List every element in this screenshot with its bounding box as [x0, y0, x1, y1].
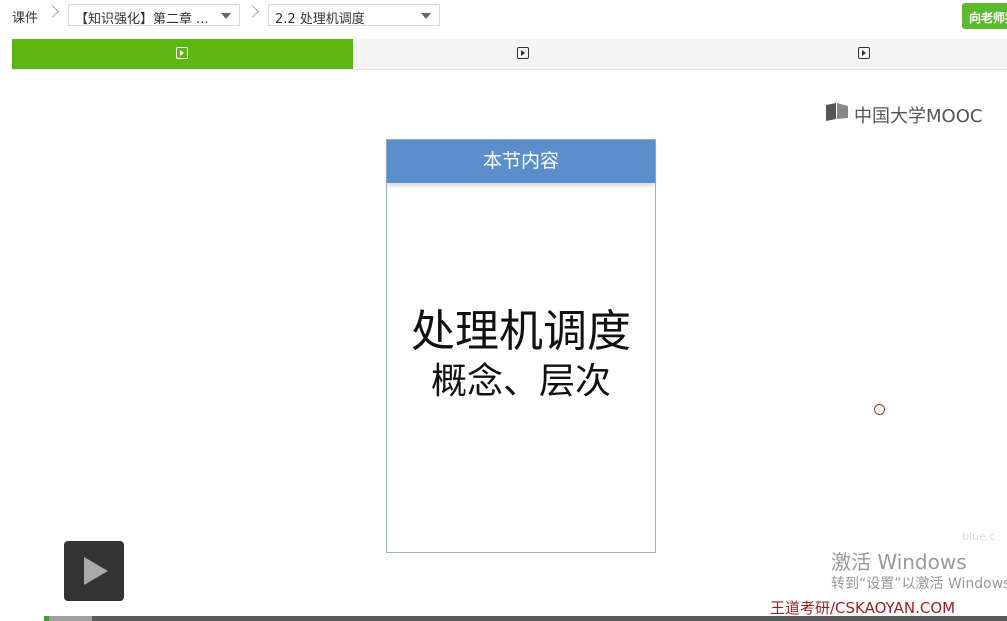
slide-subtitle: 概念、层次 [430, 361, 611, 402]
chevron-right-icon [46, 5, 59, 18]
tab-video-1[interactable] [12, 39, 353, 69]
video-watermark: 王道考研/CSKAOYAN.COM [770, 599, 956, 617]
play-button[interactable] [64, 541, 124, 601]
play-square-icon [517, 47, 529, 59]
video-tabs [12, 39, 1007, 70]
tab-video-2[interactable] [353, 39, 694, 69]
breadcrumb: 课件 【知识强化】第二章 ... 2.2 处理机调度 向老师提问 [0, 0, 1007, 32]
windows-activation-title: 激活 Windows [831, 550, 967, 574]
chevron-down-icon [221, 13, 231, 19]
progress-fill [44, 616, 49, 621]
section-select[interactable]: 2.2 处理机调度 [268, 4, 440, 26]
video-progress-bar[interactable] [44, 616, 1007, 621]
chevron-down-icon [421, 13, 431, 19]
cursor-ring-icon [874, 404, 885, 415]
mooc-logo-text: 中国大学MOOC [854, 106, 983, 127]
tab-video-3[interactable] [694, 39, 1007, 69]
progress-buffer [44, 616, 93, 621]
breadcrumb-root[interactable]: 课件 [12, 7, 38, 26]
windows-activation-subtitle: 转到“设置”以激活 Windows [831, 576, 1007, 592]
slide-title: 处理机调度 [411, 306, 631, 357]
play-square-icon [176, 47, 188, 59]
faint-overlay-text: blue.c [962, 530, 996, 543]
chapter-select[interactable]: 【知识强化】第二章 ... [68, 4, 240, 26]
section-select-value: 2.2 处理机调度 [275, 12, 365, 26]
slide-header: 本节内容 [387, 140, 655, 183]
ask-teacher-button[interactable]: 向老师提问 [962, 3, 1007, 29]
mooc-logo-icon [826, 103, 848, 121]
slide-card: 本节内容 处理机调度 概念、层次 [386, 139, 656, 553]
play-square-icon [858, 47, 870, 59]
chapter-select-value: 【知识强化】第二章 ... [75, 12, 209, 26]
chevron-right-icon [246, 5, 259, 18]
